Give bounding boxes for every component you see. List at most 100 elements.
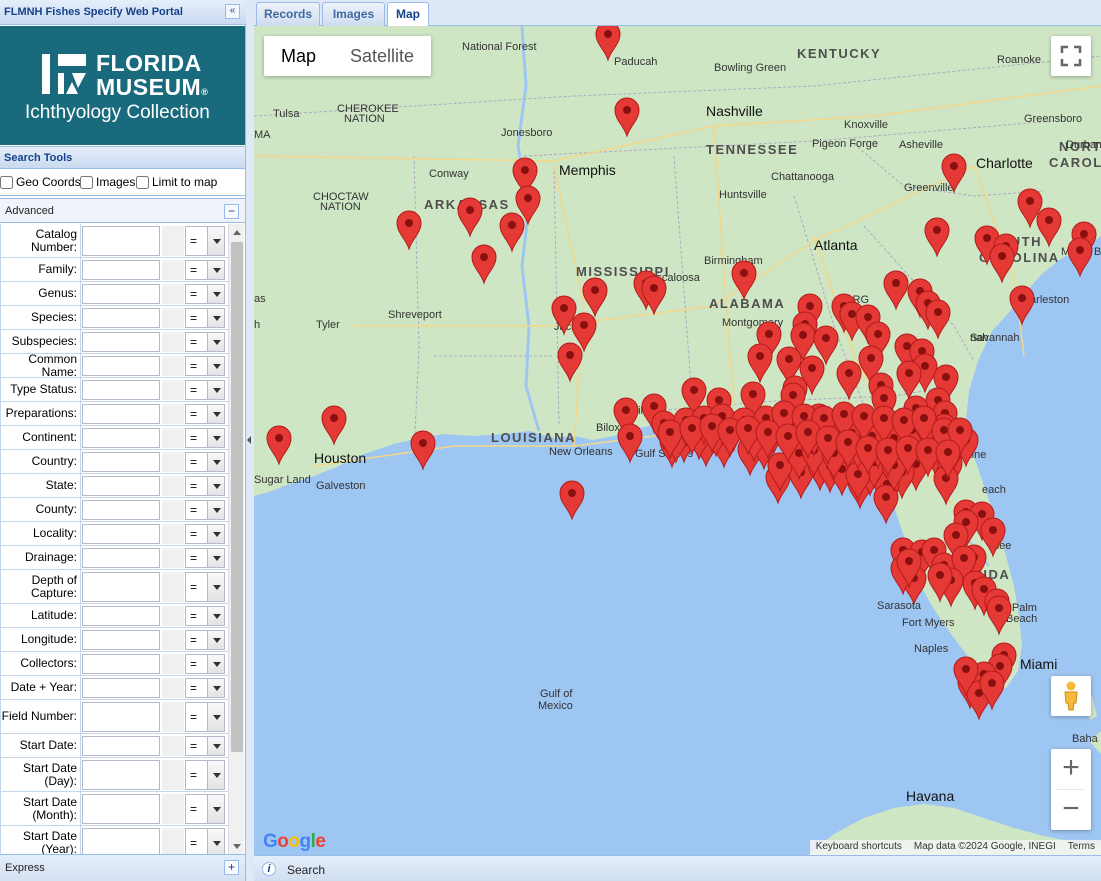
operator-select[interactable]: = bbox=[185, 404, 225, 424]
advanced-collapse-button[interactable]: − bbox=[224, 204, 239, 219]
search-field-input[interactable] bbox=[82, 606, 160, 626]
operator-select[interactable]: = bbox=[185, 760, 225, 790]
search-field-input[interactable] bbox=[82, 760, 160, 790]
zoom-out-button[interactable]: − bbox=[1051, 790, 1091, 830]
operator-select[interactable]: = bbox=[185, 308, 225, 328]
scroll-down-arrow-icon[interactable] bbox=[229, 838, 245, 854]
operator-select[interactable]: = bbox=[185, 380, 225, 400]
operator-select[interactable]: = bbox=[185, 572, 225, 602]
chevron-down-icon[interactable] bbox=[207, 761, 224, 789]
scroll-thumb[interactable] bbox=[231, 242, 243, 752]
advanced-header[interactable]: Advanced − bbox=[0, 198, 245, 223]
chevron-down-icon[interactable] bbox=[207, 333, 224, 351]
search-field-input[interactable] bbox=[82, 828, 160, 854]
search-field-input[interactable] bbox=[82, 308, 160, 328]
search-field-input[interactable] bbox=[82, 260, 160, 280]
search-field-input[interactable] bbox=[82, 794, 160, 824]
operator-select[interactable]: = bbox=[185, 332, 225, 352]
filter-checkbox[interactable] bbox=[80, 175, 93, 189]
operator-select[interactable]: = bbox=[185, 524, 225, 544]
map-canvas[interactable]: KENTUCKYTENNESSEENORTHCAROLINASOUTHCAROL… bbox=[254, 26, 1101, 855]
search-field-input[interactable] bbox=[82, 356, 160, 376]
search-field-input[interactable] bbox=[82, 736, 160, 756]
operator-select[interactable]: = bbox=[185, 606, 225, 626]
operator-select[interactable]: = bbox=[185, 260, 225, 280]
search-field-input[interactable] bbox=[82, 428, 160, 448]
search-field-input[interactable] bbox=[82, 284, 160, 304]
operator-select[interactable]: = bbox=[185, 428, 225, 448]
operator-select[interactable]: = bbox=[185, 452, 225, 472]
search-field-input[interactable] bbox=[82, 654, 160, 674]
specimen-pin-icon[interactable] bbox=[1009, 285, 1035, 326]
chevron-down-icon[interactable] bbox=[207, 525, 224, 543]
chevron-down-icon[interactable] bbox=[207, 573, 224, 601]
search-field-input[interactable] bbox=[82, 572, 160, 602]
operator-select[interactable]: = bbox=[185, 702, 225, 732]
chevron-down-icon[interactable] bbox=[207, 501, 224, 519]
panel-splitter[interactable] bbox=[246, 0, 254, 881]
search-field-input[interactable] bbox=[82, 476, 160, 496]
search-field-input[interactable] bbox=[82, 226, 160, 256]
operator-select[interactable]: = bbox=[185, 226, 225, 256]
zoom-in-button[interactable]: + bbox=[1051, 749, 1091, 789]
keyboard-shortcuts-link[interactable]: Keyboard shortcuts bbox=[816, 841, 902, 855]
chevron-down-icon[interactable] bbox=[207, 261, 224, 279]
chevron-down-icon[interactable] bbox=[207, 357, 224, 375]
chevron-down-icon[interactable] bbox=[207, 381, 224, 399]
search-field-input[interactable] bbox=[82, 630, 160, 650]
operator-select[interactable]: = bbox=[185, 548, 225, 568]
operator-select[interactable]: = bbox=[185, 356, 225, 376]
fullscreen-button[interactable] bbox=[1051, 36, 1091, 76]
map-type-map-button[interactable]: Map bbox=[264, 36, 333, 76]
terms-link[interactable]: Terms bbox=[1068, 841, 1095, 855]
specimen-pin-icon[interactable] bbox=[1067, 237, 1093, 278]
search-field-input[interactable] bbox=[82, 452, 160, 472]
specimen-pin-icon[interactable] bbox=[559, 480, 585, 521]
street-view-button[interactable] bbox=[1051, 676, 1091, 716]
search-field-input[interactable] bbox=[82, 500, 160, 520]
chevron-down-icon[interactable] bbox=[207, 655, 224, 673]
search-field-input[interactable] bbox=[82, 702, 160, 732]
operator-select[interactable]: = bbox=[185, 828, 225, 854]
search-field-input[interactable] bbox=[82, 380, 160, 400]
tab-map[interactable]: Map bbox=[387, 2, 429, 27]
chevron-down-icon[interactable] bbox=[207, 829, 224, 854]
map-type-satellite-button[interactable]: Satellite bbox=[333, 36, 431, 76]
chevron-down-icon[interactable] bbox=[207, 405, 224, 423]
chevron-down-icon[interactable] bbox=[207, 795, 224, 823]
filter-check-2[interactable]: Limit to map bbox=[136, 175, 217, 189]
chevron-down-icon[interactable] bbox=[207, 227, 224, 255]
express-header[interactable]: Express + bbox=[0, 854, 245, 881]
fields-scrollbar[interactable] bbox=[228, 224, 244, 854]
operator-select[interactable]: = bbox=[185, 654, 225, 674]
operator-select[interactable]: = bbox=[185, 736, 225, 756]
chevron-down-icon[interactable] bbox=[207, 429, 224, 447]
chevron-down-icon[interactable] bbox=[207, 679, 224, 697]
chevron-down-icon[interactable] bbox=[207, 607, 224, 625]
chevron-down-icon[interactable] bbox=[207, 703, 224, 731]
specimen-pin-icon[interactable] bbox=[410, 430, 436, 471]
tab-records[interactable]: Records bbox=[256, 2, 320, 26]
collapse-panel-button[interactable]: « bbox=[225, 4, 240, 19]
search-field-input[interactable] bbox=[82, 404, 160, 424]
operator-select[interactable]: = bbox=[185, 500, 225, 520]
search-field-input[interactable] bbox=[82, 524, 160, 544]
filter-checkbox[interactable] bbox=[136, 175, 149, 189]
chevron-down-icon[interactable] bbox=[207, 737, 224, 755]
chevron-down-icon[interactable] bbox=[207, 549, 224, 567]
filter-checkbox[interactable] bbox=[0, 175, 13, 189]
info-icon[interactable]: i bbox=[262, 862, 276, 876]
map-view[interactable]: KENTUCKYTENNESSEENORTHCAROLINASOUTHCAROL… bbox=[254, 26, 1101, 855]
tab-images[interactable]: Images bbox=[322, 2, 385, 26]
chevron-down-icon[interactable] bbox=[207, 631, 224, 649]
operator-select[interactable]: = bbox=[185, 284, 225, 304]
filter-check-0[interactable]: Geo Coords bbox=[0, 175, 81, 189]
chevron-down-icon[interactable] bbox=[207, 453, 224, 471]
express-expand-button[interactable]: + bbox=[224, 860, 239, 875]
operator-select[interactable]: = bbox=[185, 476, 225, 496]
chevron-down-icon[interactable] bbox=[207, 309, 224, 327]
chevron-down-icon[interactable] bbox=[207, 477, 224, 495]
filter-check-1[interactable]: Images bbox=[80, 175, 135, 189]
operator-select[interactable]: = bbox=[185, 678, 225, 698]
search-field-input[interactable] bbox=[82, 332, 160, 352]
